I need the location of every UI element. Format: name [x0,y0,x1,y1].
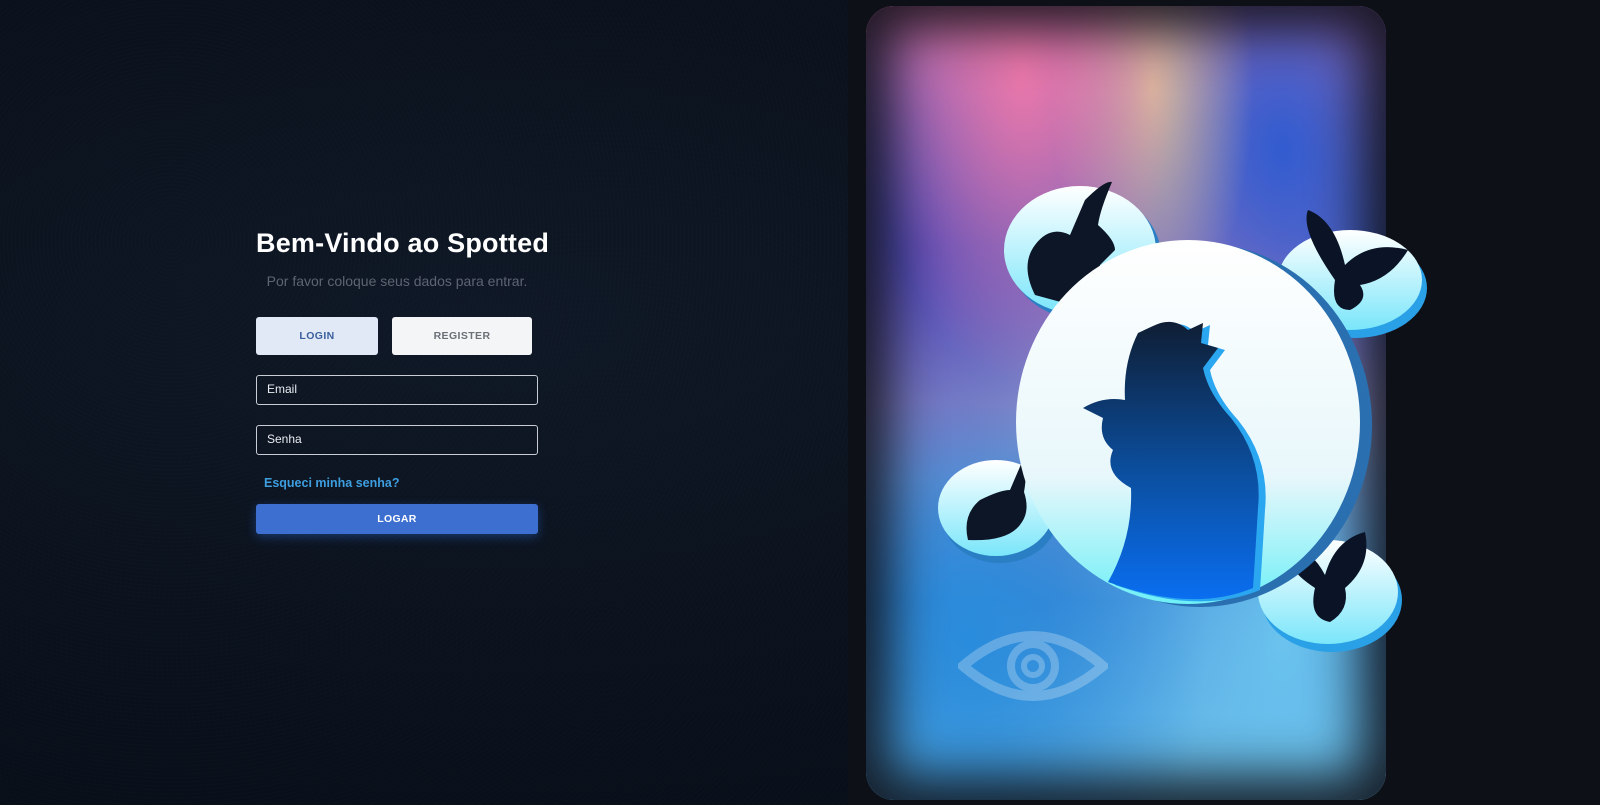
forgot-password-link[interactable]: Esqueci minha senha? [264,476,538,490]
tab-register[interactable]: REGISTER [392,317,532,355]
password-field-label: Senha [267,432,302,446]
page-subtitle: Por favor coloque seus dados para entrar… [266,273,528,289]
login-page: Bem-Vindo ao Spotted Por favor coloque s… [0,0,1600,805]
tab-login[interactable]: LOGIN [256,317,378,355]
spotted-logo [938,181,1427,652]
auth-tabs: LOGIN REGISTER [256,317,538,355]
email-field-label: Email [267,382,298,396]
password-field[interactable]: Senha [256,425,538,455]
rooster-icon [1016,240,1372,607]
login-panel: Bem-Vindo ao Spotted Por favor coloque s… [256,228,550,534]
page-title: Bem-Vindo ao Spotted [256,228,550,258]
email-field[interactable]: Email [256,375,538,405]
login-submit-button[interactable]: LOGAR [256,504,538,534]
